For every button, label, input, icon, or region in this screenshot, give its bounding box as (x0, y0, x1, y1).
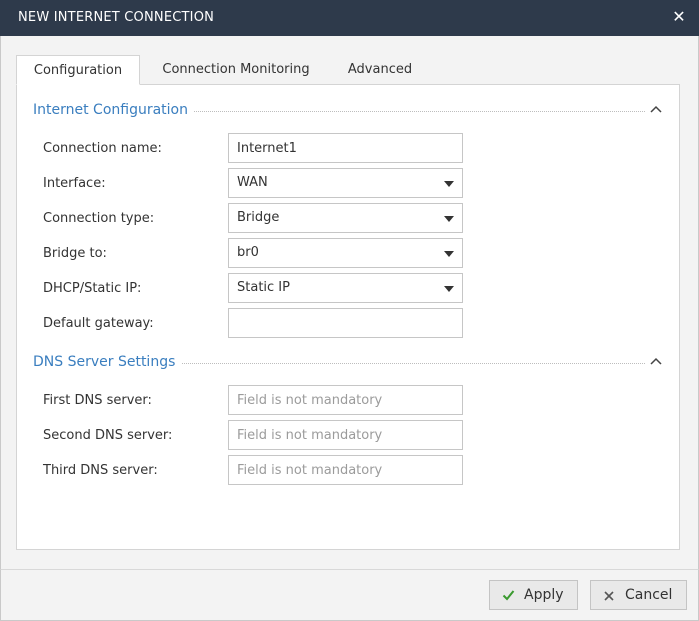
chevron-down-icon (444, 251, 454, 257)
close-icon (604, 591, 614, 601)
interface-select[interactable]: WAN (228, 168, 463, 198)
section-title-internet-configuration: Internet Configuration (33, 102, 194, 118)
dhcp-static-ip-label: DHCP/Static IP: (43, 281, 142, 296)
chevron-up-icon[interactable] (649, 104, 663, 114)
bridge-to-select[interactable]: br0 (228, 238, 463, 268)
chevron-down-icon (444, 286, 454, 292)
third-dns-server-label: Third DNS server: (43, 463, 158, 478)
connection-name-label: Connection name: (43, 141, 162, 156)
cancel-button[interactable]: Cancel (590, 580, 687, 610)
first-dns-server-input[interactable] (228, 385, 463, 415)
tab-configuration[interactable]: Configuration (16, 55, 140, 85)
dialog-title: NEW INTERNET CONNECTION (18, 10, 215, 25)
interface-select-value: WAN (237, 175, 268, 190)
bridge-to-label: Bridge to: (43, 246, 107, 261)
dialog-titlebar: NEW INTERNET CONNECTION ✕ (0, 0, 699, 36)
bridge-to-select-value: br0 (237, 245, 259, 260)
apply-button-label: Apply (524, 587, 564, 603)
second-dns-server-label: Second DNS server: (43, 428, 173, 443)
default-gateway-label: Default gateway: (43, 316, 154, 331)
connection-name-input[interactable] (228, 133, 463, 163)
section-title-dns-server-settings: DNS Server Settings (33, 354, 182, 370)
dhcp-static-ip-select-value: Static IP (237, 280, 290, 295)
connection-type-label: Connection type: (43, 211, 155, 226)
third-dns-server-input[interactable] (228, 455, 463, 485)
interface-label: Interface: (43, 176, 106, 191)
default-gateway-input[interactable] (228, 308, 463, 338)
cancel-button-label: Cancel (625, 587, 673, 603)
tab-advanced[interactable]: Advanced (336, 55, 424, 85)
close-icon[interactable]: ✕ (671, 8, 687, 26)
chevron-down-icon (444, 181, 454, 187)
dhcp-static-ip-select[interactable]: Static IP (228, 273, 463, 303)
second-dns-server-input[interactable] (228, 420, 463, 450)
connection-type-select-value: Bridge (237, 210, 280, 225)
chevron-up-icon[interactable] (649, 356, 663, 366)
connection-type-select[interactable]: Bridge (228, 203, 463, 233)
tab-connection-monitoring[interactable]: Connection Monitoring (152, 55, 320, 85)
chevron-down-icon (444, 216, 454, 222)
checkmark-icon (502, 590, 515, 601)
first-dns-server-label: First DNS server: (43, 393, 152, 408)
apply-button[interactable]: Apply (489, 580, 578, 610)
